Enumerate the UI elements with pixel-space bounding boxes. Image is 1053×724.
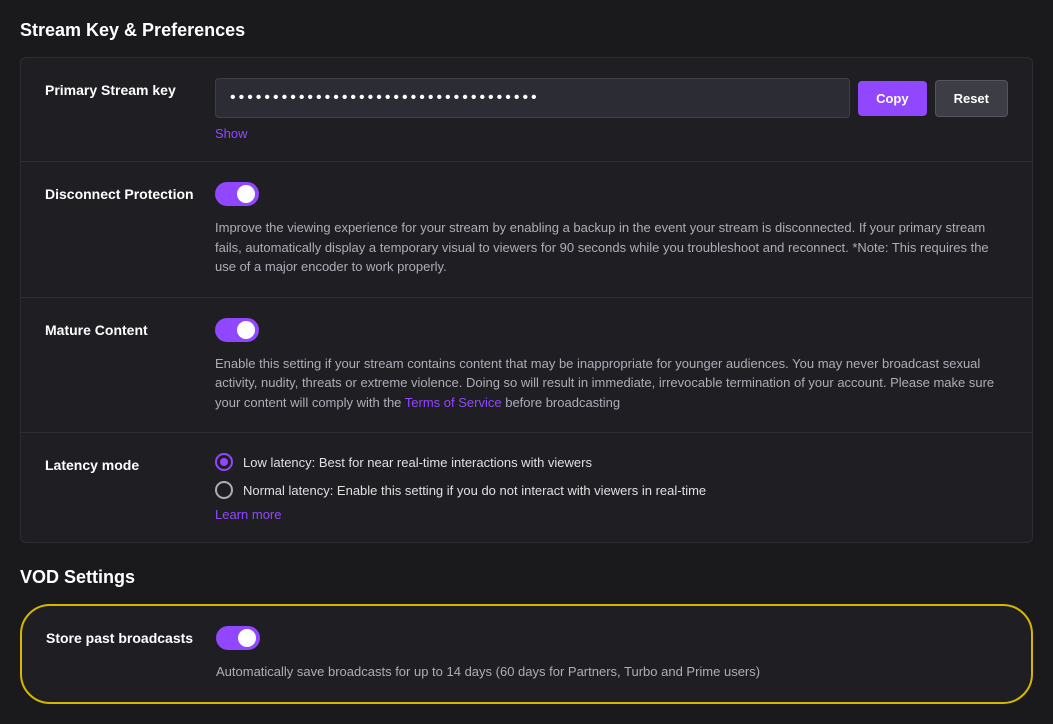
store-past-broadcasts-toggle[interactable] xyxy=(216,626,260,650)
latency-mode-row: Latency mode Low latency: Best for near … xyxy=(21,433,1032,542)
reset-button[interactable]: Reset xyxy=(935,80,1008,117)
latency-mode-label: Latency mode xyxy=(45,453,215,473)
vod-settings-panel: Store past broadcasts Automatically save… xyxy=(20,604,1033,704)
toggle-slider-store xyxy=(216,626,260,650)
page-container: Stream Key & Preferences Primary Stream … xyxy=(0,0,1053,724)
store-past-broadcasts-content: Automatically save broadcasts for up to … xyxy=(216,626,1007,682)
terms-of-service-link[interactable]: Terms of Service xyxy=(405,395,502,410)
page-title: Stream Key & Preferences xyxy=(20,20,1033,41)
store-past-broadcasts-label: Store past broadcasts xyxy=(46,626,216,646)
store-past-broadcasts-description: Automatically save broadcasts for up to … xyxy=(216,662,1007,682)
stream-key-input[interactable] xyxy=(215,78,850,118)
copy-button[interactable]: Copy xyxy=(858,81,927,116)
disconnect-protection-label: Disconnect Protection xyxy=(45,182,215,202)
disconnect-protection-description: Improve the viewing experience for your … xyxy=(215,218,1008,277)
low-latency-radio xyxy=(215,453,233,471)
vod-section-title: VOD Settings xyxy=(20,567,1033,588)
stream-preferences-panel: Primary Stream key Copy Reset Show Disco… xyxy=(20,57,1033,543)
low-latency-option[interactable]: Low latency: Best for near real-time int… xyxy=(215,453,1008,471)
normal-latency-radio xyxy=(215,481,233,499)
mature-content-description: Enable this setting if your stream conta… xyxy=(215,354,1008,413)
toggle-slider xyxy=(215,182,259,206)
stream-key-label: Primary Stream key xyxy=(45,78,215,98)
latency-mode-content: Low latency: Best for near real-time int… xyxy=(215,453,1008,522)
store-past-broadcasts-row: Store past broadcasts Automatically save… xyxy=(22,606,1031,702)
mature-content-row: Mature Content Enable this setting if yo… xyxy=(21,298,1032,434)
mature-description-after: before broadcasting xyxy=(502,395,621,410)
mature-content-label: Mature Content xyxy=(45,318,215,338)
mature-content-toggle[interactable] xyxy=(215,318,259,342)
stream-key-content: Copy Reset Show xyxy=(215,78,1008,141)
normal-latency-option[interactable]: Normal latency: Enable this setting if y… xyxy=(215,481,1008,499)
mature-toggle-row xyxy=(215,318,1008,342)
stream-key-input-row: Copy Reset xyxy=(215,78,1008,118)
low-latency-label: Low latency: Best for near real-time int… xyxy=(243,455,592,470)
disconnect-protection-row: Disconnect Protection Improve the viewin… xyxy=(21,162,1032,298)
store-broadcasts-toggle-row xyxy=(216,626,1007,650)
normal-latency-label: Normal latency: Enable this setting if y… xyxy=(243,483,706,498)
disconnect-toggle-row xyxy=(215,182,1008,206)
latency-radio-group: Low latency: Best for near real-time int… xyxy=(215,453,1008,499)
mature-content-content: Enable this setting if your stream conta… xyxy=(215,318,1008,413)
stream-key-row: Primary Stream key Copy Reset Show xyxy=(21,58,1032,162)
disconnect-protection-toggle[interactable] xyxy=(215,182,259,206)
show-link[interactable]: Show xyxy=(215,126,1008,141)
disconnect-protection-content: Improve the viewing experience for your … xyxy=(215,182,1008,277)
learn-more-link[interactable]: Learn more xyxy=(215,507,1008,522)
toggle-slider-mature xyxy=(215,318,259,342)
